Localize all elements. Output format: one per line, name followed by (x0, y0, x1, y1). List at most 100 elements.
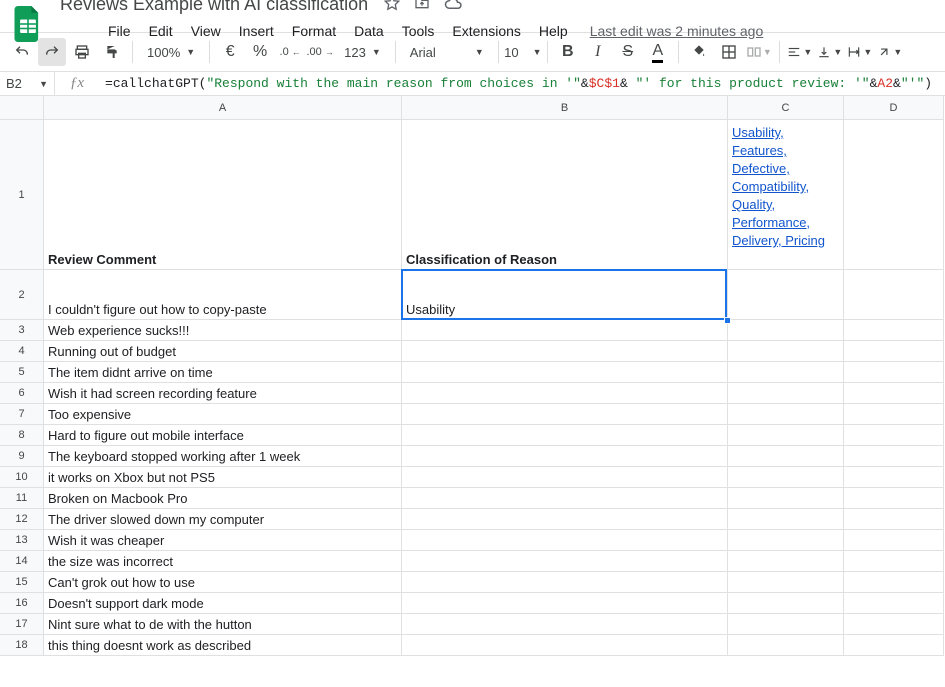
increase-decimal-button[interactable]: .00 → (306, 38, 334, 66)
row-header[interactable]: 16 (0, 593, 44, 614)
cell[interactable] (402, 593, 728, 614)
paint-format-button[interactable] (98, 38, 126, 66)
cloud-status-icon[interactable] (444, 0, 462, 14)
cell[interactable] (402, 488, 728, 509)
cell[interactable] (728, 341, 844, 362)
row-header[interactable]: 8 (0, 425, 44, 446)
font-select[interactable]: Arial▼ (402, 39, 492, 65)
cell[interactable] (728, 635, 844, 656)
cell[interactable]: it works on Xbox but not PS5 (44, 467, 402, 488)
cell[interactable] (844, 383, 944, 404)
selection-handle[interactable] (724, 317, 731, 324)
cell[interactable] (844, 120, 944, 270)
cell[interactable]: The keyboard stopped working after 1 wee… (44, 446, 402, 467)
zoom-select[interactable]: 100%▼ (139, 39, 203, 65)
document-title[interactable]: Reviews Example with AI classification (54, 0, 374, 17)
horizontal-align-button[interactable]: ▼ (786, 38, 814, 66)
cell[interactable] (402, 551, 728, 572)
cell[interactable] (728, 551, 844, 572)
row-header[interactable]: 15 (0, 572, 44, 593)
vertical-align-button[interactable]: ▼ (816, 38, 844, 66)
cell[interactable]: Broken on Macbook Pro (44, 488, 402, 509)
print-button[interactable] (68, 38, 96, 66)
cell[interactable] (728, 488, 844, 509)
cell[interactable] (728, 320, 844, 341)
cell[interactable] (844, 488, 944, 509)
cell[interactable] (402, 467, 728, 488)
currency-button[interactable]: € (216, 38, 244, 66)
borders-button[interactable] (715, 38, 743, 66)
cell[interactable] (844, 551, 944, 572)
cell[interactable]: this thing doesnt work as described (44, 635, 402, 656)
cell[interactable] (728, 425, 844, 446)
cell[interactable] (844, 530, 944, 551)
merge-cells-button[interactable]: ▼ (745, 38, 773, 66)
cell[interactable] (844, 425, 944, 446)
cell[interactable] (844, 572, 944, 593)
column-header[interactable]: A (44, 96, 402, 120)
row-header[interactable]: 9 (0, 446, 44, 467)
cell[interactable]: the size was incorrect (44, 551, 402, 572)
cell[interactable] (402, 362, 728, 383)
font-size-select[interactable]: 10▼ (505, 39, 541, 65)
cell[interactable] (844, 362, 944, 383)
column-header[interactable]: D (844, 96, 944, 120)
undo-button[interactable] (8, 38, 36, 66)
cell[interactable] (844, 509, 944, 530)
row-header[interactable]: 7 (0, 404, 44, 425)
cell[interactable]: Running out of budget (44, 341, 402, 362)
cell[interactable] (728, 270, 844, 320)
more-formats-select[interactable]: 123▼ (336, 39, 389, 65)
cell[interactable]: Usability (402, 270, 728, 320)
text-color-button[interactable]: A (644, 38, 672, 66)
cell[interactable] (728, 446, 844, 467)
cell[interactable] (728, 383, 844, 404)
cell[interactable]: The driver slowed down my computer (44, 509, 402, 530)
cell[interactable] (844, 404, 944, 425)
cell[interactable]: Usability, Features, Defective, Compatib… (728, 120, 844, 270)
row-header[interactable]: 13 (0, 530, 44, 551)
cell[interactable] (728, 509, 844, 530)
cell[interactable] (844, 467, 944, 488)
cell[interactable] (844, 270, 944, 320)
cell[interactable] (402, 341, 728, 362)
row-header[interactable]: 1 (0, 120, 44, 270)
cell[interactable]: Wish it had screen recording feature (44, 383, 402, 404)
cell[interactable] (728, 362, 844, 383)
cell[interactable] (728, 530, 844, 551)
strikethrough-button[interactable]: S (614, 38, 642, 66)
cell[interactable] (402, 425, 728, 446)
cell[interactable] (844, 320, 944, 341)
row-header[interactable]: 3 (0, 320, 44, 341)
cell[interactable]: Classification of Reason (402, 120, 728, 270)
cell[interactable] (402, 530, 728, 551)
move-icon[interactable] (414, 0, 430, 14)
cell[interactable]: Nint sure what to de with the hutton (44, 614, 402, 635)
cell[interactable]: Web experience sucks!!! (44, 320, 402, 341)
cell[interactable]: Can't grok out how to use (44, 572, 402, 593)
row-header[interactable]: 2 (0, 270, 44, 320)
cell[interactable] (402, 383, 728, 404)
last-edit-link[interactable]: Last edit was 2 minutes ago (590, 23, 764, 39)
row-header[interactable]: 11 (0, 488, 44, 509)
column-header[interactable]: C (728, 96, 844, 120)
row-header[interactable]: 14 (0, 551, 44, 572)
bold-button[interactable]: B (554, 38, 582, 66)
cell[interactable] (844, 341, 944, 362)
cell[interactable] (728, 572, 844, 593)
row-header[interactable]: 10 (0, 467, 44, 488)
cell[interactable] (402, 404, 728, 425)
cell[interactable] (844, 593, 944, 614)
cell[interactable] (402, 614, 728, 635)
cell[interactable]: I couldn't figure out how to copy-paste (44, 270, 402, 320)
cell[interactable]: The item didnt arrive on time (44, 362, 402, 383)
row-header[interactable]: 12 (0, 509, 44, 530)
name-box[interactable]: B2▼ (0, 76, 54, 91)
cell[interactable]: Too expensive (44, 404, 402, 425)
cell[interactable] (728, 467, 844, 488)
cell[interactable] (844, 446, 944, 467)
cell[interactable]: Hard to figure out mobile interface (44, 425, 402, 446)
cell[interactable] (844, 614, 944, 635)
row-header[interactable]: 6 (0, 383, 44, 404)
cell[interactable] (728, 614, 844, 635)
